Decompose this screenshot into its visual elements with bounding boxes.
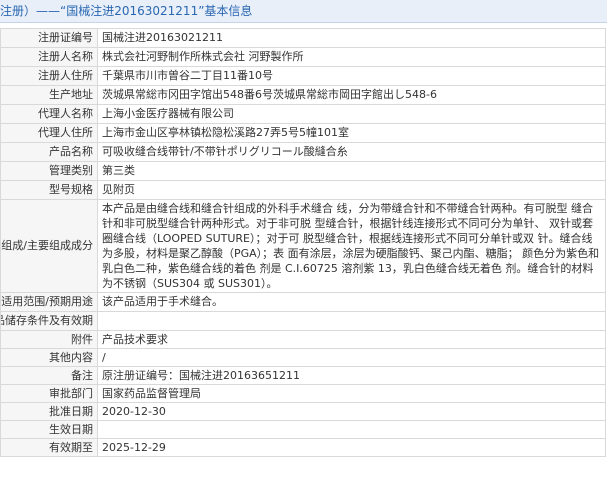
row-label: 附件 xyxy=(0,330,98,349)
table-row: 适用范围/预期用途 该产品适用于手术缝合。 xyxy=(0,292,606,312)
table-row: 审批部门 国家药品监督管理局 xyxy=(0,384,606,403)
row-label: 其他内容 xyxy=(0,348,98,367)
table-row: 代理人住所 上海市金山区亭林镇松隐松溪路27弄5号5幢101室 xyxy=(0,123,606,143)
table-row: 结构及组成/主要组成成分 本产品是由缝合线和缝合针组成的外科手术缝合 线，分为带… xyxy=(0,199,606,293)
row-label: 代理人住所 xyxy=(0,123,98,143)
storage-conditions-value xyxy=(97,311,606,331)
other-content-value: / xyxy=(97,348,606,367)
registration-number-value: 国械注进20163021211 xyxy=(97,28,606,48)
row-label: 产品名称 xyxy=(0,142,98,162)
table-row: 型号规格 见附页 xyxy=(0,180,606,200)
table-row: 附件 产品技术要求 xyxy=(0,330,606,349)
row-label: 注册证编号 xyxy=(0,28,98,48)
row-label: 生效日期 xyxy=(0,420,98,439)
table-row: 注册人住所 千葉県市川市曽谷二丁目11番10号 xyxy=(0,66,606,86)
table-row: 其他内容 / xyxy=(0,348,606,367)
row-label: 管理类别 xyxy=(0,161,98,181)
table-row: 注册证编号 国械注进20163021211 xyxy=(0,28,606,48)
registrant-name-value: 株式会社河野制作所株式会社 河野製作所 xyxy=(97,47,606,67)
row-label: 批准日期 xyxy=(0,402,98,421)
table-row: 生效日期 xyxy=(0,420,606,439)
registration-info-table: 注册证编号 国械注进20163021211 注册人名称 株式会社河野制作所株式会… xyxy=(0,28,606,457)
row-label: 注册人名称 xyxy=(0,47,98,67)
approval-department-value: 国家药品监督管理局 xyxy=(97,384,606,403)
registrant-address-value: 千葉県市川市曽谷二丁目11番10号 xyxy=(97,66,606,86)
management-category-value: 第三类 xyxy=(97,161,606,181)
table-row: 有效期至 2025-12-29 xyxy=(0,438,606,457)
row-label: 生产地址 xyxy=(0,85,98,105)
page-title: 注册）——“国械注进20163021211”基本信息 xyxy=(0,4,253,18)
agent-address-value: 上海市金山区亭林镇松隐松溪路27弄5号5幢101室 xyxy=(97,123,606,143)
table-row: 注册人名称 株式会社河野制作所株式会社 河野製作所 xyxy=(0,47,606,67)
product-name-value: 可吸收缝合线带针/不带针ポリグリコール酸縫合糸 xyxy=(97,142,606,162)
table-row: 代理人名称 上海小金医疗器械有限公司 xyxy=(0,104,606,124)
table-row: 管理类别 第三类 xyxy=(0,161,606,181)
table-row: 备注 原注册证编号：国械注进20163651211 xyxy=(0,366,606,385)
page-header: 注册）——“国械注进20163021211”基本信息 xyxy=(0,0,607,23)
effective-date-value xyxy=(97,420,606,439)
composition-value: 本产品是由缝合线和缝合针组成的外科手术缝合 线，分为带缝合针和不带缝合针两种。有… xyxy=(97,199,606,293)
valid-until-value: 2025-12-29 xyxy=(97,438,606,457)
row-label: 注册人住所 xyxy=(0,66,98,86)
table-row: 生产地址 茨城県常総市冈田字馆出548番6号茨城県常総市岡田字館出し548-6 xyxy=(0,85,606,105)
approval-date-value: 2020-12-30 xyxy=(97,402,606,421)
remarks-value: 原注册证编号：国械注进20163651211 xyxy=(97,366,606,385)
row-label: 代理人名称 xyxy=(0,104,98,124)
row-label: 结构及组成/主要组成成分 xyxy=(0,199,98,293)
agent-name-value: 上海小金医疗器械有限公司 xyxy=(97,104,606,124)
table-row: 产品名称 可吸收缝合线带针/不带针ポリグリコール酸縫合糸 xyxy=(0,142,606,162)
row-label: 审批部门 xyxy=(0,384,98,403)
row-label: 适用范围/预期用途 xyxy=(0,292,98,312)
intended-use-value: 该产品适用于手术缝合。 xyxy=(97,292,606,312)
model-spec-value: 见附页 xyxy=(97,180,606,200)
row-label: 备注 xyxy=(0,366,98,385)
attachment-value: 产品技术要求 xyxy=(97,330,606,349)
row-label: 产品储存条件及有效期 xyxy=(0,311,98,331)
row-label: 有效期至 xyxy=(0,438,98,457)
production-address-value: 茨城県常総市冈田字馆出548番6号茨城県常総市岡田字館出し548-6 xyxy=(97,85,606,105)
table-row: 批准日期 2020-12-30 xyxy=(0,402,606,421)
table-row: 产品储存条件及有效期 xyxy=(0,311,606,331)
row-label: 型号规格 xyxy=(0,180,98,200)
